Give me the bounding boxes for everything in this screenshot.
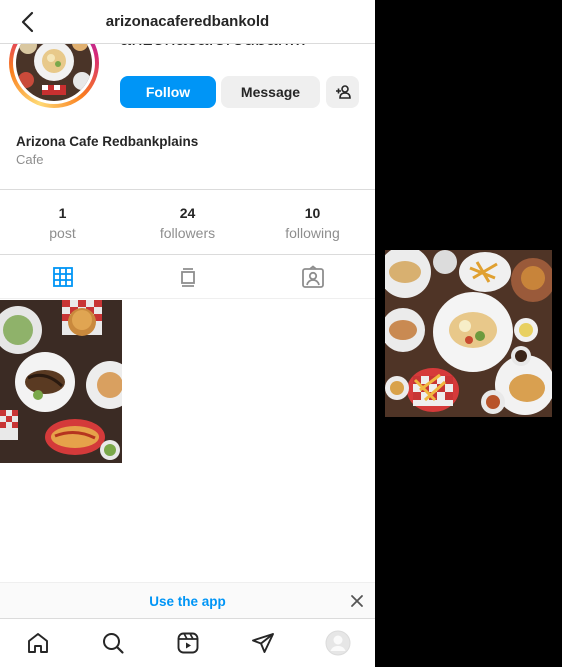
stat-posts: 1 post (0, 190, 125, 254)
nav-search[interactable] (75, 619, 150, 667)
stat-label: post (49, 225, 76, 241)
nav-home[interactable] (0, 619, 75, 667)
use-app-link[interactable]: Use the app (0, 594, 375, 609)
stat-followers[interactable]: 24 followers (125, 190, 250, 254)
category-label: Cafe (16, 152, 44, 167)
profile-tabs (0, 255, 375, 299)
search-icon (102, 633, 124, 654)
reels-icon (177, 632, 198, 654)
food-photo (385, 250, 552, 417)
direct-icon (251, 633, 274, 653)
stat-value: 24 (179, 205, 196, 221)
tab-posts-grid[interactable] (0, 255, 125, 298)
post-thumbnail[interactable] (0, 300, 122, 463)
message-button[interactable]: Message (221, 76, 320, 108)
close-icon (351, 595, 363, 607)
use-app-banner: Use the app (0, 582, 375, 618)
feed-icon (180, 267, 195, 287)
profile-stats: 1 post 24 followers 10 following (0, 189, 375, 255)
bottom-navigation (0, 618, 375, 667)
grid-icon (52, 266, 73, 287)
suggested-accounts-button[interactable] (326, 76, 359, 108)
follow-button[interactable]: Follow (120, 76, 216, 108)
add-person-icon (335, 85, 351, 99)
tab-feed[interactable] (125, 255, 250, 298)
header-username: arizonacaferedbankold (105, 13, 270, 30)
profile-icon (325, 630, 350, 656)
stat-value: 10 (304, 205, 321, 221)
stat-label: following (285, 225, 340, 241)
stat-following[interactable]: 10 following (250, 190, 375, 254)
tab-tagged[interactable] (250, 255, 375, 298)
display-name: Arizona Cafe Redbankplains (16, 134, 199, 149)
stat-label: followers (159, 225, 216, 241)
home-icon (27, 633, 48, 653)
nav-reels[interactable] (150, 619, 225, 667)
nav-profile[interactable] (300, 619, 375, 667)
nav-direct[interactable] (225, 619, 300, 667)
banner-close-button[interactable] (349, 593, 365, 609)
top-bar: arizonacaferedbankold (0, 0, 375, 44)
stat-value: 1 (58, 205, 67, 221)
tagged-icon (301, 264, 324, 288)
instagram-profile-page: arizonacaferedbankold arizonacaferedban.… (0, 0, 375, 667)
